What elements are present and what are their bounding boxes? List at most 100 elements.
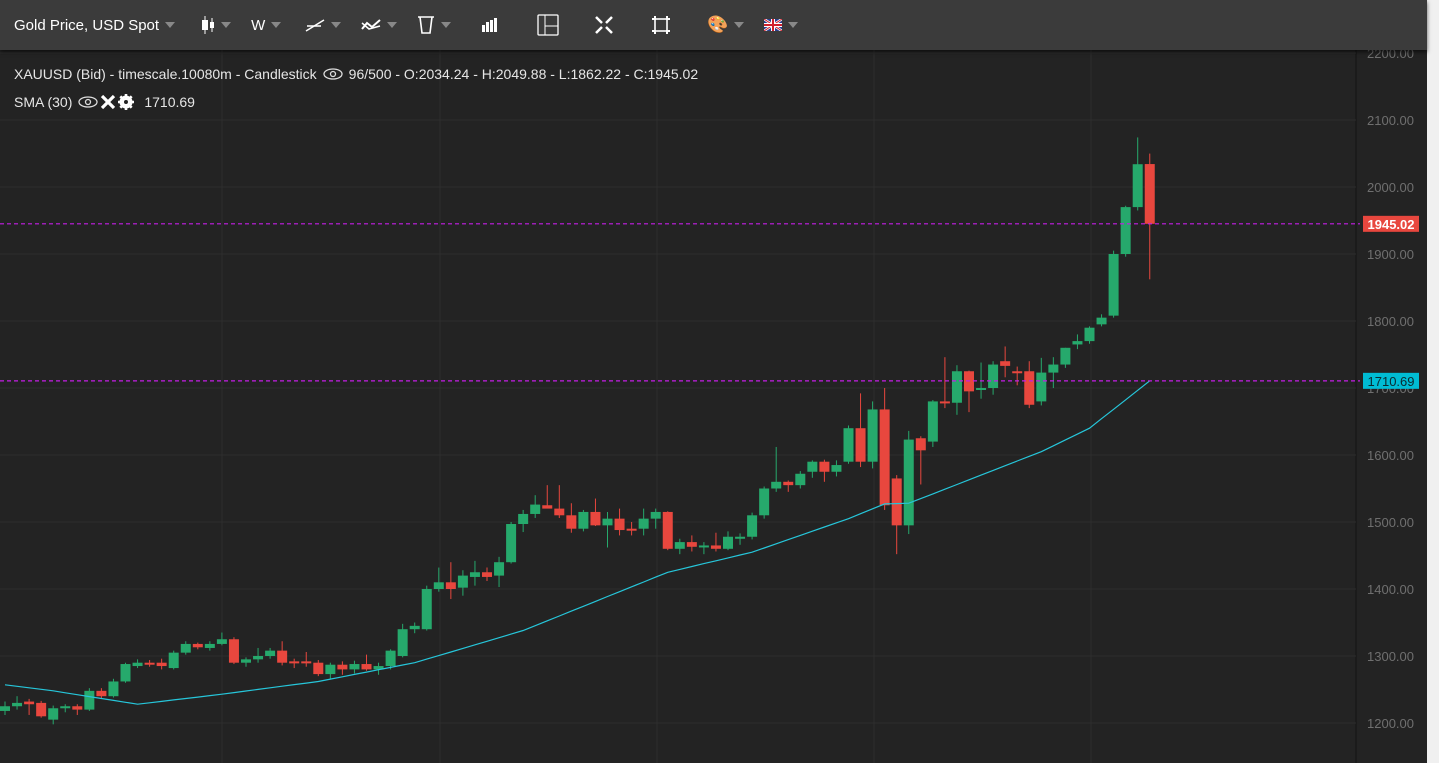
candle [951, 365, 962, 415]
candle-body [638, 518, 649, 529]
candle [614, 508, 625, 536]
close-icon[interactable] [100, 94, 116, 110]
candle-body [1132, 164, 1143, 208]
candle-body [1036, 372, 1047, 402]
candle-body [795, 473, 806, 486]
chevron-down-icon [788, 22, 799, 28]
candle-body [915, 438, 926, 451]
symbol-selector[interactable]: Gold Price, USD Spot [14, 0, 176, 50]
gear-icon[interactable] [118, 94, 135, 110]
indicator-icon [361, 19, 381, 30]
candle [433, 567, 444, 592]
candle [783, 480, 794, 492]
y-tick-label: 1500.00 [1367, 515, 1414, 530]
delete-button[interactable] [417, 0, 452, 50]
fullscreen-icon [595, 16, 614, 34]
palette-icon: 🎨 [707, 15, 729, 34]
sma-value: 1710.69 [144, 94, 195, 110]
sma-price-tag-label: 1710.69 [1368, 374, 1415, 389]
eye-icon[interactable] [323, 68, 343, 80]
candle-body [168, 652, 179, 669]
volume-button[interactable] [481, 0, 499, 50]
candle [361, 654, 372, 671]
candle [132, 659, 143, 669]
indicators-button[interactable] [361, 0, 398, 50]
candle [445, 562, 456, 600]
candle-body [337, 664, 348, 670]
chevron-down-icon [221, 22, 232, 28]
candle-body [12, 702, 23, 707]
candle [855, 393, 866, 468]
candle-body [602, 518, 613, 526]
candle-body [0, 706, 10, 711]
interval-selector[interactable]: W [251, 0, 282, 50]
candle-body [988, 364, 999, 388]
candle [1060, 347, 1071, 368]
candle [964, 370, 974, 413]
y-tick-label: 1800.00 [1367, 314, 1414, 329]
candle [277, 641, 288, 666]
chevron-down-icon [165, 22, 176, 28]
candle-body [891, 478, 902, 526]
symbol-label: Gold Price, USD Spot [14, 16, 160, 34]
candle [108, 678, 119, 698]
candle-body [759, 488, 770, 516]
candle [735, 533, 746, 545]
candle [867, 401, 878, 469]
candle-body [192, 643, 203, 648]
candle-body [204, 643, 215, 648]
candle-body [301, 661, 312, 664]
candle [421, 585, 432, 631]
fullscreen-button[interactable] [595, 0, 614, 50]
chart-type-button[interactable] [201, 0, 232, 50]
candle [216, 632, 227, 646]
language-button[interactable] [764, 0, 799, 50]
candle [674, 538, 685, 555]
candle-body [144, 662, 155, 665]
candle-body [1024, 371, 1035, 405]
candle-body [132, 662, 143, 667]
candle-body [807, 461, 818, 472]
candle [457, 570, 468, 596]
candle-body [1000, 361, 1011, 366]
candle-body [843, 428, 854, 462]
y-tick-label: 2000.00 [1367, 180, 1414, 195]
candle-body [349, 664, 360, 670]
candle [192, 642, 203, 650]
chevron-down-icon [387, 22, 398, 28]
candle-body [674, 542, 685, 549]
candle [650, 508, 661, 529]
candle [530, 495, 541, 518]
candle [469, 560, 480, 586]
layout-button[interactable] [537, 0, 559, 50]
drawing-tools-button[interactable] [305, 0, 342, 50]
candle [891, 475, 902, 555]
candle [313, 660, 324, 677]
y-tick-label: 1900.00 [1367, 247, 1414, 262]
candle-body [783, 481, 794, 486]
candle [96, 688, 107, 699]
candle [578, 509, 589, 532]
candle-body [819, 461, 830, 472]
crop-button[interactable] [651, 0, 671, 50]
candle-body [518, 513, 529, 525]
theme-button[interactable]: 🎨 [707, 0, 745, 50]
candle-body [289, 661, 300, 664]
candle-body [662, 511, 673, 549]
candle-body [72, 706, 83, 710]
chevron-down-icon [331, 22, 342, 28]
candle [1132, 137, 1143, 211]
candle [518, 509, 529, 533]
candle-body [1048, 364, 1059, 373]
candle-body [469, 572, 480, 577]
candle [253, 647, 264, 663]
candle-body [36, 702, 47, 717]
candle [325, 662, 336, 679]
candle [24, 698, 35, 715]
eye-icon[interactable] [78, 96, 99, 108]
candle [84, 688, 95, 711]
candle-body [84, 690, 95, 710]
candle-body [867, 409, 878, 462]
candle [1084, 326, 1095, 344]
candle-body [542, 505, 553, 509]
